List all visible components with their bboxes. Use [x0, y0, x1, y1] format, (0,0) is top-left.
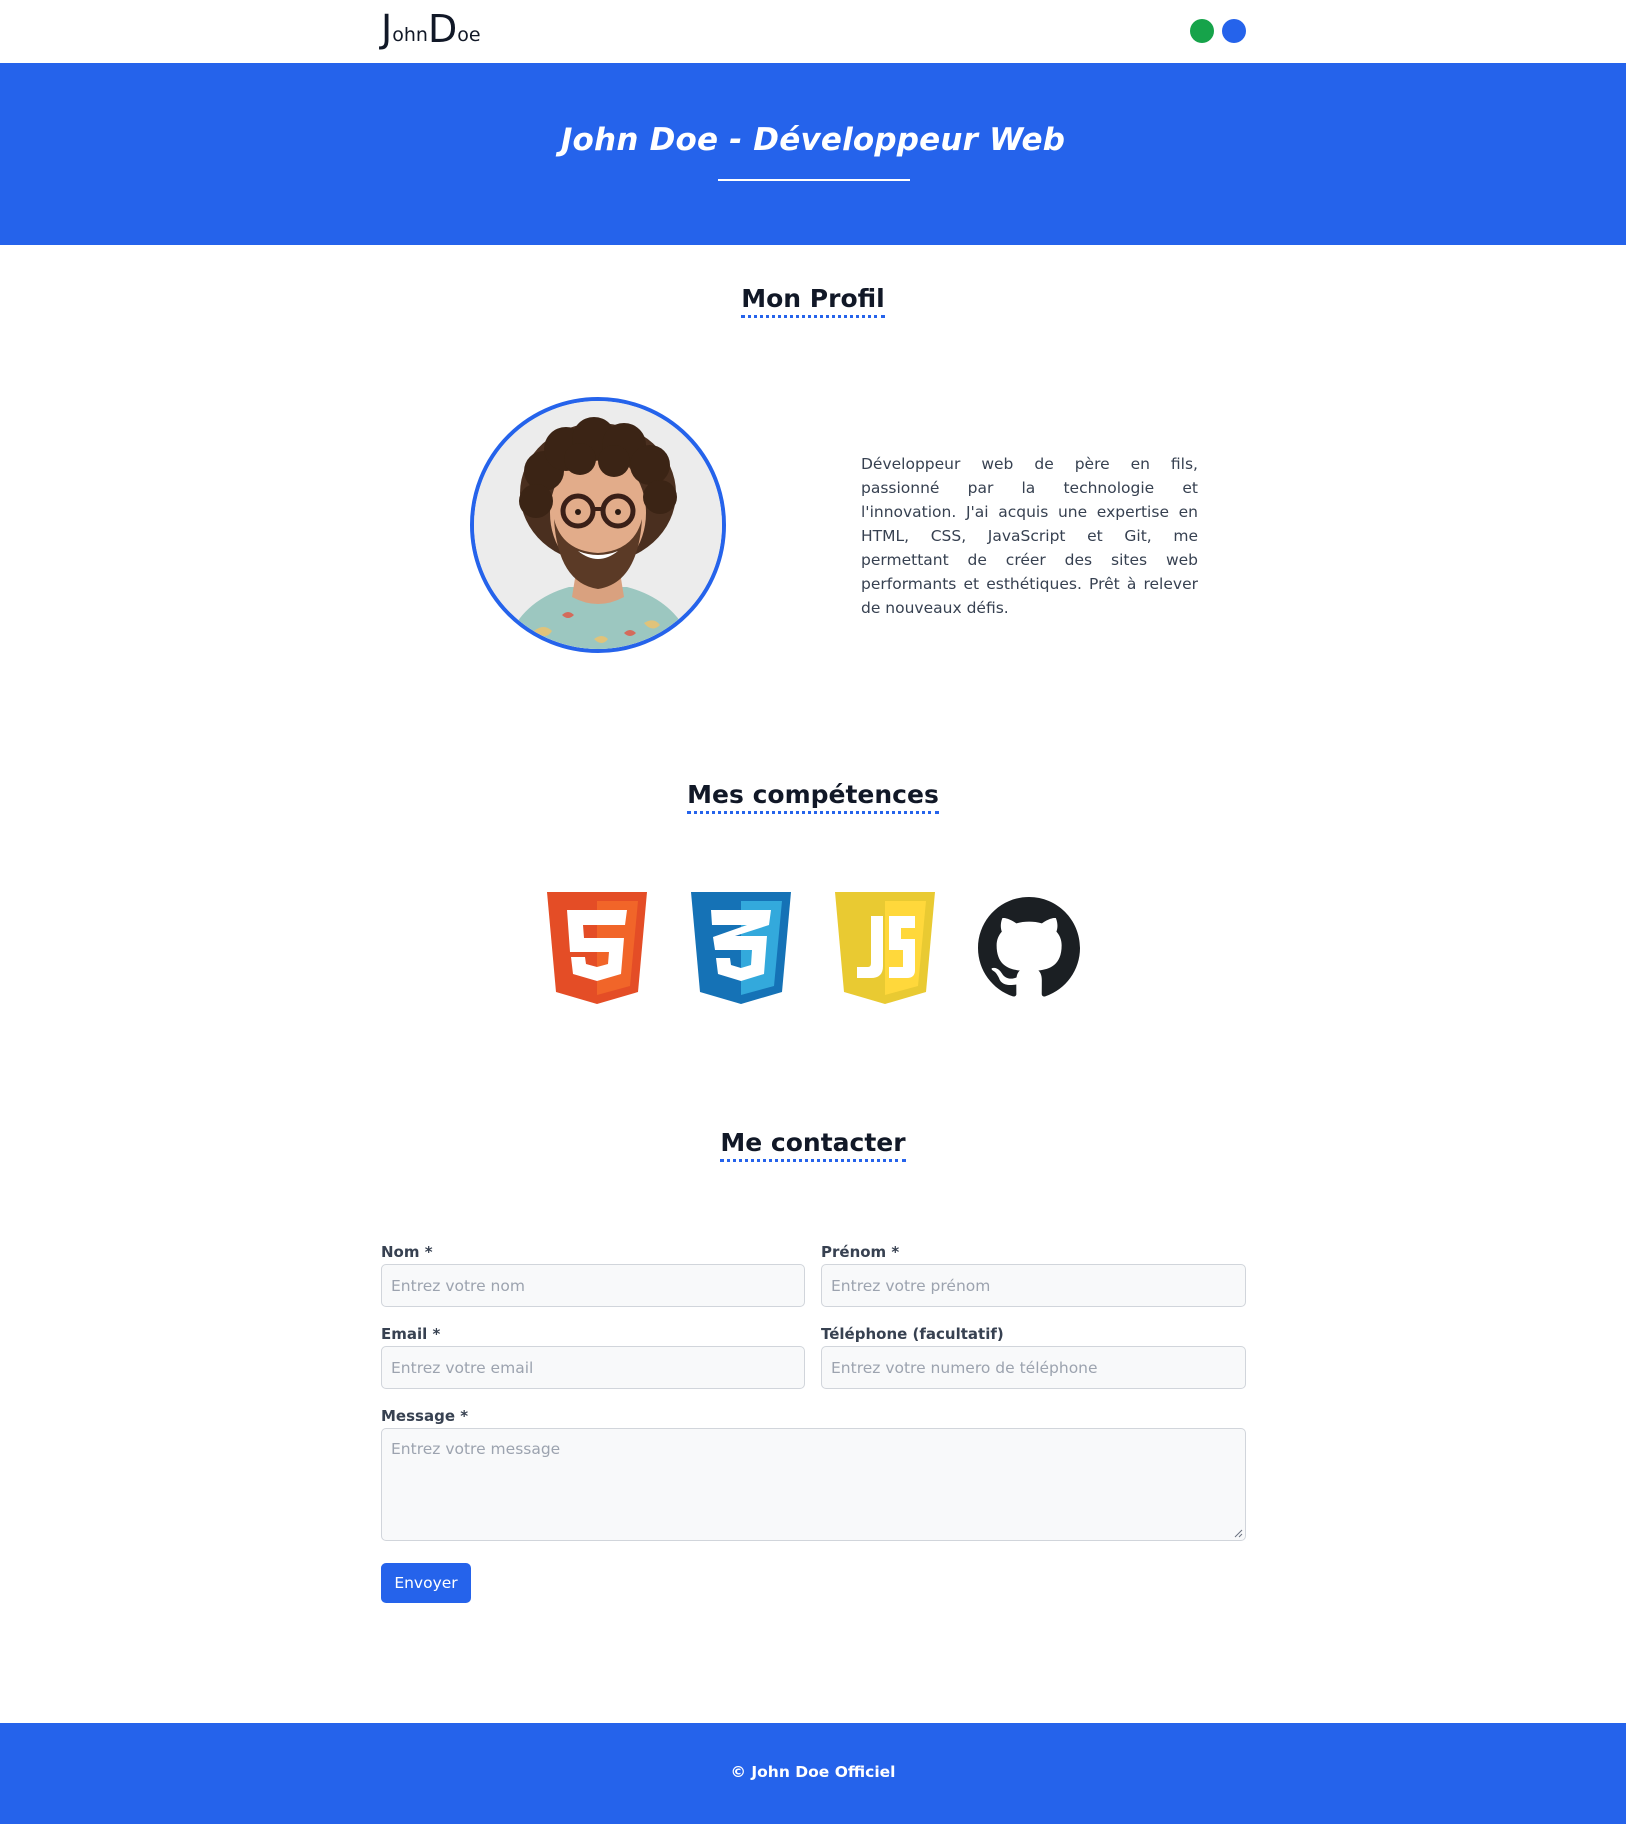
theme-green-button[interactable]: [1190, 19, 1214, 43]
hero-banner: John Doe - Développeur Web: [0, 63, 1626, 245]
contact-section-title: Me contacter: [0, 1127, 1626, 1163]
skills-section-title: Mes compétences: [0, 779, 1626, 815]
css3-icon: [691, 892, 791, 1004]
nom-placeholder: Entrez votre nom: [391, 1276, 525, 1295]
theme-blue-button[interactable]: [1222, 19, 1246, 43]
theme-switcher: [1190, 19, 1246, 43]
profile-title-text: Mon Profil: [741, 283, 885, 319]
hero-underline: [718, 179, 910, 181]
prenom-placeholder: Entrez votre prénom: [831, 1276, 991, 1295]
message-placeholder: Entrez votre message: [391, 1440, 561, 1458]
skill-item-css: [690, 892, 792, 1004]
logo-last-initial: D: [427, 7, 458, 51]
prenom-input[interactable]: Entrez votre prénom: [821, 1264, 1246, 1307]
logo-first-initial: J: [381, 7, 393, 51]
avatar-portrait-image: [474, 401, 722, 649]
message-textarea[interactable]: Entrez votre message: [381, 1428, 1246, 1541]
skill-item-javascript: [834, 892, 936, 1004]
logo-first-rest: ohn: [392, 24, 428, 46]
skills-list: [546, 892, 1080, 1004]
github-icon: [978, 897, 1080, 997]
nom-input[interactable]: Entrez votre nom: [381, 1264, 805, 1307]
hero-title: John Doe - Développeur Web: [560, 122, 1066, 158]
profile-bio: Développeur web de père en fils, passion…: [861, 455, 1198, 617]
submit-button[interactable]: Envoyer: [381, 1563, 471, 1603]
nom-label: Nom *: [381, 1243, 433, 1261]
profile-section-title: Mon Profil: [0, 283, 1626, 319]
message-label: Message *: [381, 1407, 469, 1425]
resize-handle-icon[interactable]: [1234, 1529, 1243, 1538]
skill-item-html: [546, 892, 648, 1004]
contact-title-text: Me contacter: [720, 1127, 906, 1163]
prenom-label: Prénom *: [821, 1243, 900, 1261]
site-logo[interactable]: J ohn D oe: [381, 10, 481, 48]
skills-title-text: Mes compétences: [687, 779, 939, 815]
site-footer: © John Doe Officiel: [0, 1723, 1626, 1824]
email-input[interactable]: Entrez votre email: [381, 1346, 805, 1389]
phone-placeholder: Entrez votre numero de téléphone: [831, 1358, 1098, 1377]
email-label: Email *: [381, 1325, 441, 1343]
phone-input[interactable]: Entrez votre numero de téléphone: [821, 1346, 1246, 1389]
logo-last-rest: oe: [457, 24, 481, 46]
html5-icon: [547, 892, 647, 1004]
top-navbar: J ohn D oe: [0, 0, 1626, 63]
email-placeholder: Entrez votre email: [391, 1358, 534, 1377]
skill-item-github: [978, 892, 1080, 1004]
footer-copyright: © John Doe Officiel: [730, 1763, 896, 1781]
phone-label: Téléphone (facultatif): [821, 1325, 1004, 1343]
profile-avatar: [470, 397, 726, 653]
javascript-icon: [835, 892, 935, 1004]
